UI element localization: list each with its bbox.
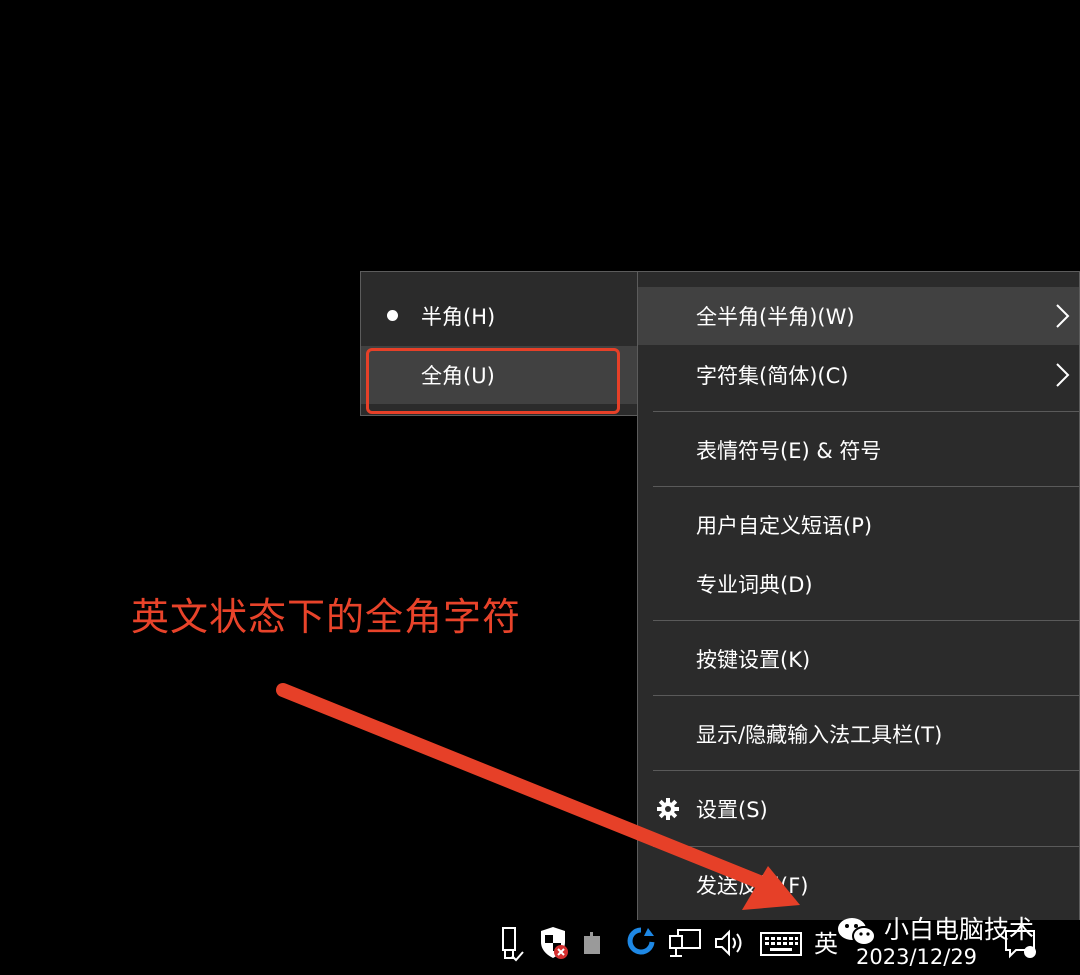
chevron-right-icon	[1056, 363, 1070, 387]
menu-item-halfwidth[interactable]: 半角(H)	[361, 287, 637, 345]
menu-item-label: 专业词典(D)	[696, 573, 813, 597]
gear-icon	[657, 798, 679, 820]
menu-item-label: 发送反馈(F)	[696, 874, 809, 898]
menu-item-dictionary[interactable]: 专业词典(D)	[638, 555, 1079, 613]
menu-item-charset[interactable]: 字符集(简体)(C)	[638, 346, 1079, 404]
menu-divider	[653, 770, 1079, 771]
app-icon[interactable]	[582, 930, 602, 956]
menu-divider	[653, 846, 1079, 847]
selected-bullet-icon	[387, 310, 398, 321]
menu-item-label: 显示/隐藏输入法工具栏(T)	[696, 723, 943, 747]
menu-item-user-phrases[interactable]: 用户自定义短语(P)	[638, 496, 1079, 554]
menu-divider	[653, 486, 1079, 487]
highlight-box	[366, 348, 620, 414]
menu-divider	[653, 411, 1079, 412]
menu-item-toggle-toolbar[interactable]: 显示/隐藏输入法工具栏(T)	[638, 705, 1079, 763]
menu-item-width-mode[interactable]: 全半角(半角)(W)	[638, 287, 1079, 345]
volume-icon[interactable]	[713, 928, 745, 958]
menu-item-label: 表情符号(E) & 符号	[696, 439, 882, 463]
ime-context-menu: 全半角(半角)(W) 字符集(简体)(C) 表情符号(E) & 符号 用户自定义…	[637, 271, 1080, 927]
menu-item-key-settings[interactable]: 按键设置(K)	[638, 630, 1079, 688]
menu-item-label: 半角(H)	[421, 305, 496, 329]
taskbar-date[interactable]: 2023/12/29	[856, 945, 977, 969]
menu-item-label: 字符集(简体)(C)	[696, 364, 849, 388]
menu-item-label: 设置(S)	[696, 798, 768, 822]
usb-icon[interactable]	[498, 926, 524, 962]
menu-item-feedback[interactable]: 发送反馈(F)	[638, 856, 1079, 914]
menu-divider	[653, 695, 1079, 696]
menu-divider	[653, 620, 1079, 621]
menu-item-settings[interactable]: 设置(S)	[638, 780, 1079, 838]
chevron-right-icon	[1056, 304, 1070, 328]
sync-icon[interactable]	[626, 926, 656, 958]
keyboard-icon[interactable]	[760, 932, 802, 956]
network-icon[interactable]	[668, 928, 702, 960]
annotation-text: 英文状态下的全角字符	[131, 595, 522, 639]
menu-item-label: 用户自定义短语(P)	[696, 514, 873, 538]
menu-item-label: 按键设置(K)	[696, 648, 811, 672]
menu-item-emoji-symbols[interactable]: 表情符号(E) & 符号	[638, 421, 1079, 479]
security-shield-icon[interactable]	[540, 926, 570, 960]
ime-mode-indicator[interactable]: 英	[814, 924, 838, 959]
wechat-logo-icon	[838, 918, 876, 946]
menu-item-label: 全半角(半角)(W)	[696, 305, 855, 329]
watermark-text: 小白电脑技术	[884, 915, 1035, 944]
